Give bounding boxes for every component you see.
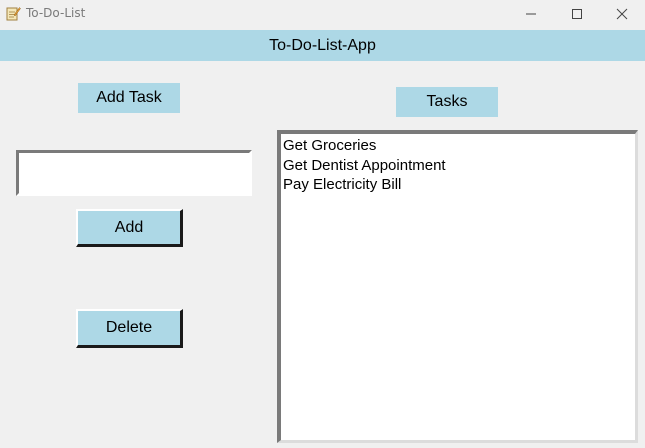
window-title: To-Do-List [26, 6, 86, 20]
title-bar: To-Do-List [0, 0, 645, 28]
delete-button[interactable]: Delete [76, 309, 183, 348]
close-icon [616, 5, 628, 24]
add-task-label-text: Add Task [96, 89, 162, 106]
list-item[interactable]: Pay Electricity Bill [283, 175, 633, 195]
minimize-button[interactable] [508, 0, 554, 28]
maximize-icon [571, 5, 583, 24]
close-button[interactable] [599, 0, 645, 28]
add-button[interactable]: Add [76, 209, 183, 247]
app-header-title: To-Do-List-App [269, 36, 376, 54]
notepad-pencil-icon [5, 5, 21, 21]
app-header: To-Do-List-App [0, 30, 645, 61]
maximize-button[interactable] [554, 0, 600, 28]
tasks-label: Tasks [396, 87, 498, 117]
add-task-label: Add Task [78, 83, 180, 113]
list-item[interactable]: Get Groceries [283, 136, 633, 156]
tasks-label-text: Tasks [426, 93, 468, 110]
task-listbox[interactable]: Get Groceries Get Dentist Appointment Pa… [277, 130, 638, 443]
list-item[interactable]: Get Dentist Appointment [283, 156, 633, 176]
delete-button-label: Delete [105, 319, 153, 336]
minimize-icon [525, 5, 537, 24]
task-entry-input[interactable] [16, 150, 252, 196]
add-button-label: Add [114, 218, 144, 236]
